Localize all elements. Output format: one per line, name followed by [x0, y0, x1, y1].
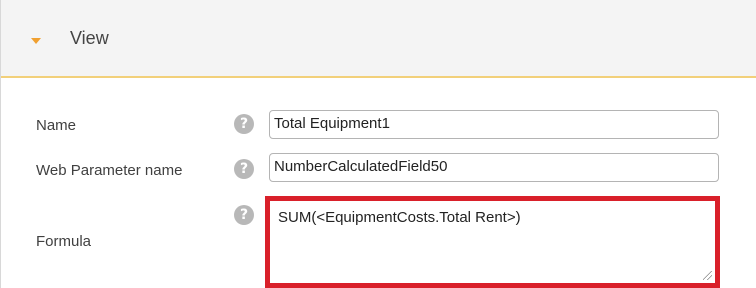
web-parameter-input[interactable]: NumberCalculatedField50 — [269, 153, 719, 182]
help-icon[interactable]: ? — [234, 205, 254, 225]
help-icon[interactable]: ? — [234, 159, 254, 179]
section-title: View — [70, 28, 109, 48]
formula-text: SUM(<EquipmentCosts.Total Rent>) — [278, 209, 521, 226]
formula-label: Formula — [36, 233, 92, 250]
name-input[interactable]: Total Equipment1 — [269, 110, 719, 139]
help-icon[interactable]: ? — [234, 114, 254, 134]
web-parameter-label: Web Parameter name — [36, 162, 183, 179]
section-header-view[interactable]: View — [1, 0, 756, 78]
resize-handle-icon[interactable] — [703, 271, 712, 280]
caret-down-icon[interactable] — [31, 38, 41, 44]
name-label: Name — [36, 117, 77, 134]
properties-panel: View Name ? Total Equipment1 Web Paramet… — [0, 0, 756, 288]
formula-textarea[interactable]: SUM(<EquipmentCosts.Total Rent>) — [265, 196, 720, 288]
